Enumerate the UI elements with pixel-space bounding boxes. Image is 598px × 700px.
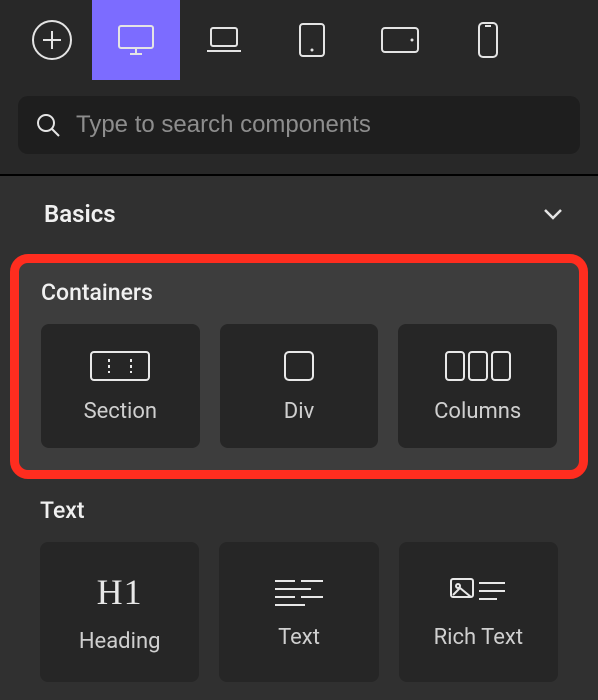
tablet-landscape-icon xyxy=(380,26,420,54)
component-columns[interactable]: Columns xyxy=(398,324,557,448)
rich-text-icon xyxy=(447,575,509,609)
text-group: Text H1 Heading Text xyxy=(0,497,598,682)
laptop-icon xyxy=(204,25,244,55)
component-rich-text[interactable]: Rich Text xyxy=(399,542,558,682)
device-tablet[interactable] xyxy=(268,0,356,80)
device-laptop[interactable] xyxy=(180,0,268,80)
tile-label: Section xyxy=(84,399,158,424)
tile-label: Columns xyxy=(434,399,521,424)
phone-icon xyxy=(477,21,499,59)
device-phone[interactable] xyxy=(444,0,532,80)
add-button[interactable] xyxy=(12,0,92,80)
tablet-icon xyxy=(298,22,326,58)
search-box[interactable] xyxy=(18,96,580,154)
component-section[interactable]: Section xyxy=(41,324,200,448)
top-toolbar xyxy=(0,0,598,80)
tile-label: Heading xyxy=(79,629,161,654)
search-input[interactable] xyxy=(76,111,564,139)
basics-row[interactable]: Basics xyxy=(0,184,598,248)
component-text[interactable]: Text xyxy=(219,542,378,682)
tile-label: Text xyxy=(278,625,320,650)
device-desktop[interactable] xyxy=(92,0,180,80)
plus-circle-icon xyxy=(30,18,74,62)
text-group-title: Text xyxy=(40,497,558,524)
tile-label: Rich Text xyxy=(434,625,523,650)
basics-label: Basics xyxy=(44,200,116,228)
text-icon xyxy=(271,575,327,609)
component-heading[interactable]: H1 Heading xyxy=(40,542,199,682)
device-tablet-landscape[interactable] xyxy=(356,0,444,80)
text-tiles: H1 Heading Text xyxy=(40,542,558,682)
search-icon xyxy=(34,111,62,139)
component-div[interactable]: Div xyxy=(220,324,379,448)
search-region xyxy=(0,80,598,174)
heading-icon: H1 xyxy=(97,571,143,613)
containers-group-highlight: Containers Section Div xyxy=(10,254,588,479)
components-panel: Basics Containers Section Div xyxy=(0,174,598,700)
columns-icon xyxy=(444,349,512,383)
containers-group-title: Containers xyxy=(41,279,557,306)
tile-label: Div xyxy=(284,399,314,424)
containers-tiles: Section Div Columns xyxy=(41,324,557,448)
section-icon xyxy=(88,349,152,383)
div-icon xyxy=(282,349,316,383)
chevron-down-icon xyxy=(542,207,564,221)
desktop-icon xyxy=(114,24,158,56)
